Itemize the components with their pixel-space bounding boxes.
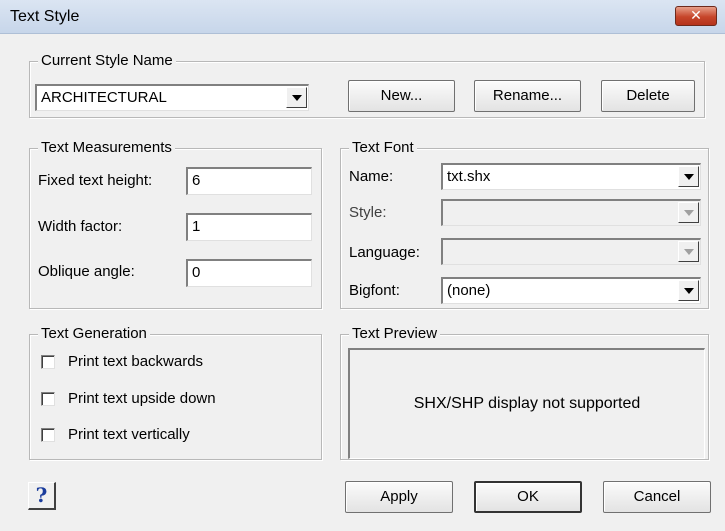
print-upside-down-label[interactable]: Print text upside down xyxy=(68,390,216,407)
chevron-down-icon xyxy=(678,202,699,223)
bigfont-value: (none) xyxy=(447,282,491,299)
text-preview-area: SHX/SHP display not supported xyxy=(348,348,705,459)
print-vertically-label[interactable]: Print text vertically xyxy=(68,426,190,443)
new-style-button[interactable]: New... xyxy=(348,80,455,112)
font-name-value: txt.shx xyxy=(447,168,491,185)
title-bar: Text Style ✕ xyxy=(0,0,725,34)
delete-style-button[interactable]: Delete xyxy=(601,80,695,112)
oblique-angle-label: Oblique angle: xyxy=(38,263,135,280)
fixed-height-label: Fixed text height: xyxy=(38,172,153,189)
rename-style-button[interactable]: Rename... xyxy=(474,80,581,112)
font-language-select xyxy=(441,238,701,265)
bigfont-select[interactable]: (none) xyxy=(441,277,701,304)
fixed-height-input[interactable]: 6 xyxy=(186,167,312,195)
print-vertically-checkbox[interactable] xyxy=(41,428,55,442)
preview-message: SHX/SHP display not supported xyxy=(413,395,641,412)
help-icon: ? xyxy=(35,483,48,507)
window-title: Text Style xyxy=(10,8,80,25)
text-measurements-legend: Text Measurements xyxy=(38,139,175,157)
chevron-down-icon[interactable] xyxy=(678,166,699,187)
chevron-down-icon[interactable] xyxy=(678,280,699,301)
close-button[interactable]: ✕ xyxy=(675,6,717,26)
current-style-legend: Current Style Name xyxy=(38,52,176,70)
print-upside-down-checkbox[interactable] xyxy=(41,392,55,406)
font-name-select[interactable]: txt.shx xyxy=(441,163,701,190)
print-backwards-label[interactable]: Print text backwards xyxy=(68,353,203,370)
ok-button[interactable]: OK xyxy=(474,481,582,513)
style-name-select[interactable]: ARCHITECTURAL xyxy=(35,84,309,111)
print-backwards-checkbox[interactable] xyxy=(41,355,55,369)
text-font-legend: Text Font xyxy=(349,139,417,157)
font-language-label: Language: xyxy=(349,244,420,261)
close-icon: ✕ xyxy=(690,8,702,24)
font-name-label: Name: xyxy=(349,168,394,185)
style-name-value: ARCHITECTURAL xyxy=(41,89,167,106)
bigfont-label: Bigfont: xyxy=(349,282,400,299)
text-generation-legend: Text Generation xyxy=(38,325,150,343)
oblique-angle-input[interactable]: 0 xyxy=(186,259,312,287)
apply-button[interactable]: Apply xyxy=(345,481,453,513)
width-factor-label: Width factor: xyxy=(38,218,123,235)
cancel-button[interactable]: Cancel xyxy=(603,481,711,513)
width-factor-input[interactable]: 1 xyxy=(186,213,312,241)
chevron-down-icon xyxy=(678,241,699,262)
font-style-select xyxy=(441,199,701,226)
text-preview-legend: Text Preview xyxy=(349,325,441,343)
chevron-down-icon[interactable] xyxy=(286,87,307,108)
help-button[interactable]: ? xyxy=(28,482,56,510)
font-style-label: Style: xyxy=(349,204,387,221)
